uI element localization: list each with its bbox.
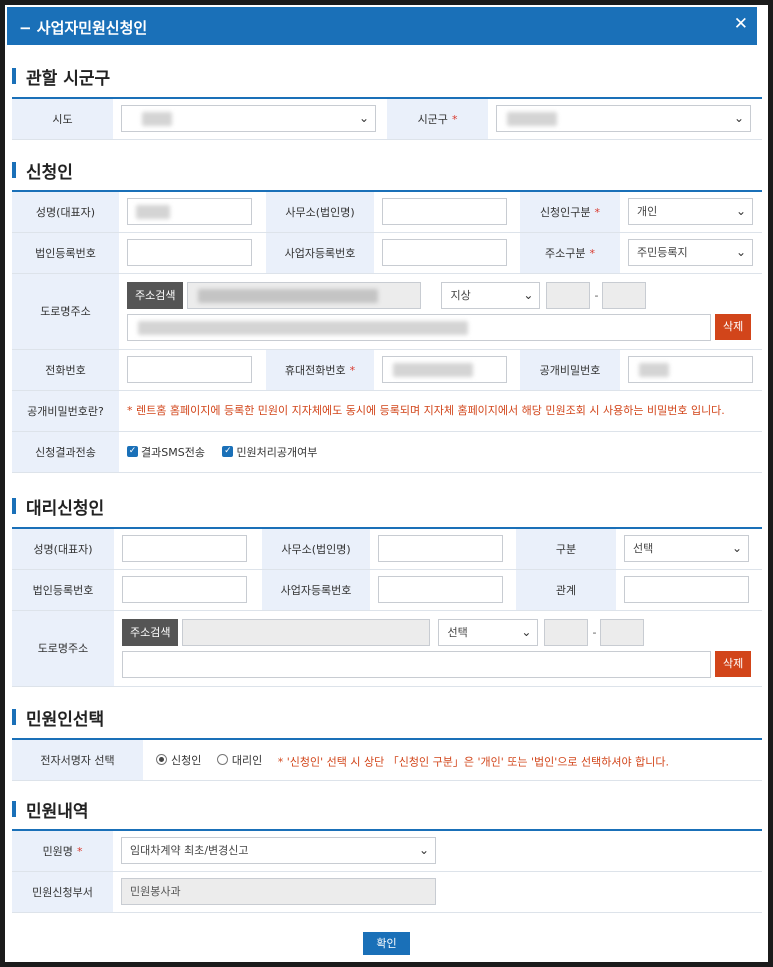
agent-zip-input (182, 618, 431, 646)
chevron-down-icon: ⌄ (418, 843, 429, 858)
applicant-type-select[interactable]: 개인 ⌄ (628, 198, 753, 226)
agent-type-select[interactable]: 선택 ⌄ (624, 535, 749, 563)
sigungu-label: 시군구 * (387, 98, 488, 140)
agent-biz-no-input[interactable] (378, 576, 503, 603)
result-send-label: 신청결과전송 (12, 431, 119, 473)
applicant-corp-no-label: 법인등록번호 (12, 232, 119, 274)
agent-relation-input[interactable] (624, 576, 749, 603)
radio-agent[interactable]: 대리인 (216, 752, 262, 768)
sms-checkbox[interactable]: ✓ 결과SMS전송 (127, 444, 205, 460)
agent-type-label: 구분 (516, 528, 616, 570)
applicant-biz-no-input[interactable] (382, 239, 507, 266)
applicant-mobile-label: 휴대전화번호 * (266, 349, 374, 391)
applicant-bldg-no-2 (602, 281, 647, 309)
chevron-down-icon: ⌄ (731, 541, 742, 556)
signer-table: 전자서명자 선택 신청인 대리인 * '신청인' 선택 시 상단 「신청인 구분… (12, 738, 762, 781)
agent-office-label: 사무소(법인명) (262, 528, 370, 570)
applicant-public-pw-label: 공개비밀번호 (520, 349, 620, 391)
detail-table: 민원명 * 임대차계약 최초/변경신고 ⌄ 민원신청부서 민원봉사과 (12, 829, 762, 913)
applicant-office-input[interactable] (382, 198, 507, 226)
agent-addr-detail-input[interactable] (122, 650, 711, 678)
applicant-addr-type-label: 주소구분 * (520, 232, 620, 274)
chevron-down-icon: ⌄ (735, 245, 746, 259)
radio-applicant[interactable]: 신청인 (156, 752, 201, 768)
applicant-biz-no-label: 사업자등록번호 (266, 232, 374, 274)
agent-bldg-no-1 (544, 618, 589, 646)
applicant-corp-no-input[interactable] (127, 239, 252, 266)
confirm-button[interactable]: 확인 (363, 932, 410, 955)
agent-corp-no-label: 법인등록번호 (12, 569, 114, 611)
checkmark-icon: ✓ (127, 446, 138, 458)
dialog (5, 5, 768, 962)
pw-help-label: 공개비밀번호란? (12, 390, 119, 432)
applicant-phone-input[interactable] (127, 356, 252, 383)
applicant-name-label: 성명(대표자) (12, 191, 119, 233)
applicant-addr-detail-input[interactable] (127, 313, 711, 341)
applicant-bldg-no-1 (546, 281, 591, 309)
sido-label: 시도 (12, 98, 113, 140)
agent-corp-no-input[interactable] (122, 576, 247, 603)
signer-note: * '신청인' 선택 시 상단 「신청인 구분」은 '개인' 또는 '법인'으로… (277, 755, 669, 768)
applicant-table: 성명(대표자) 사무소(법인명) 신청인구분 * 개인 ⌄ 법인등록번호 사업자등록… (12, 190, 762, 473)
applicant-public-pw-input[interactable] (628, 356, 753, 383)
section-title-applicant: 신청인 (12, 158, 73, 183)
agent-biz-no-label: 사업자등록번호 (262, 569, 370, 611)
applicant-office-label: 사무소(법인명) (266, 191, 374, 233)
dialog-title: − 사업자민원신청인 (19, 19, 148, 37)
sido-select[interactable]: ⌄ (121, 105, 376, 133)
dialog-titlebar: − 사업자민원신청인 ✕ (7, 7, 757, 45)
agent-name-input[interactable] (122, 535, 247, 563)
applicant-type-label: 신청인구분 * (520, 191, 620, 233)
chevron-down-icon: ⌄ (521, 624, 532, 639)
section-title-agent: 대리신청인 (12, 494, 104, 519)
applicant-road-addr-label: 도로명주소 (12, 273, 119, 350)
section-title-detail: 민원내역 (12, 797, 89, 822)
complaint-dept-label: 민원신청부서 (12, 871, 113, 913)
chevron-down-icon: ⌄ (523, 287, 534, 302)
pw-help-note: * 렌트홈 홈페이지에 등록한 민원이 지자체에도 동시에 등록되며 지자체 홈… (127, 404, 725, 417)
applicant-zip-input (187, 281, 422, 309)
sigungu-select[interactable]: ⌄ (496, 105, 751, 133)
applicant-mobile-input[interactable] (382, 356, 507, 383)
applicant-phone-label: 전화번호 (12, 349, 119, 391)
public-checkbox[interactable]: ✓ 민원처리공개여부 (222, 444, 317, 460)
applicant-addr-search-button[interactable]: 주소검색 (127, 281, 184, 309)
complaint-dept-input: 민원봉사과 (121, 878, 436, 905)
section-title-select: 민원인선택 (12, 705, 104, 730)
section-title-region: 관할 시군구 (12, 64, 110, 89)
chevron-down-icon: ⌄ (733, 111, 744, 126)
agent-road-addr-label: 도로명주소 (12, 610, 114, 687)
agent-addr-search-button[interactable]: 주소검색 (122, 618, 179, 646)
agent-office-input[interactable] (378, 535, 503, 563)
applicant-floor-select[interactable]: 지상 ⌄ (441, 281, 541, 309)
applicant-addr-type-select[interactable]: 주민등록지 ⌄ (628, 239, 753, 266)
close-icon[interactable]: ✕ (734, 14, 748, 34)
agent-bldg-no-2 (600, 618, 645, 646)
agent-addr-delete-button[interactable]: 삭제 (715, 651, 752, 677)
applicant-name-input[interactable] (127, 198, 252, 226)
complaint-name-label: 민원명 * (12, 830, 113, 872)
region-table: 시도 ⌄ 시군구 * ⌄ (12, 97, 762, 140)
agent-floor-select[interactable]: 선택 ⌄ (438, 618, 539, 646)
checkmark-icon: ✓ (222, 446, 234, 458)
agent-name-label: 성명(대표자) (12, 528, 114, 570)
chevron-down-icon: ⌄ (358, 111, 369, 126)
signer-label: 전자서명자 선택 (12, 739, 143, 781)
agent-relation-label: 관계 (516, 569, 616, 611)
complaint-name-select[interactable]: 임대차계약 최초/변경신고 ⌄ (121, 837, 436, 865)
chevron-down-icon: ⌄ (735, 204, 746, 219)
applicant-addr-delete-button[interactable]: 삭제 (715, 314, 752, 340)
agent-table: 성명(대표자) 사무소(법인명) 구분 선택 ⌄ 법인등록번호 사업자등록번호 관… (12, 527, 762, 687)
